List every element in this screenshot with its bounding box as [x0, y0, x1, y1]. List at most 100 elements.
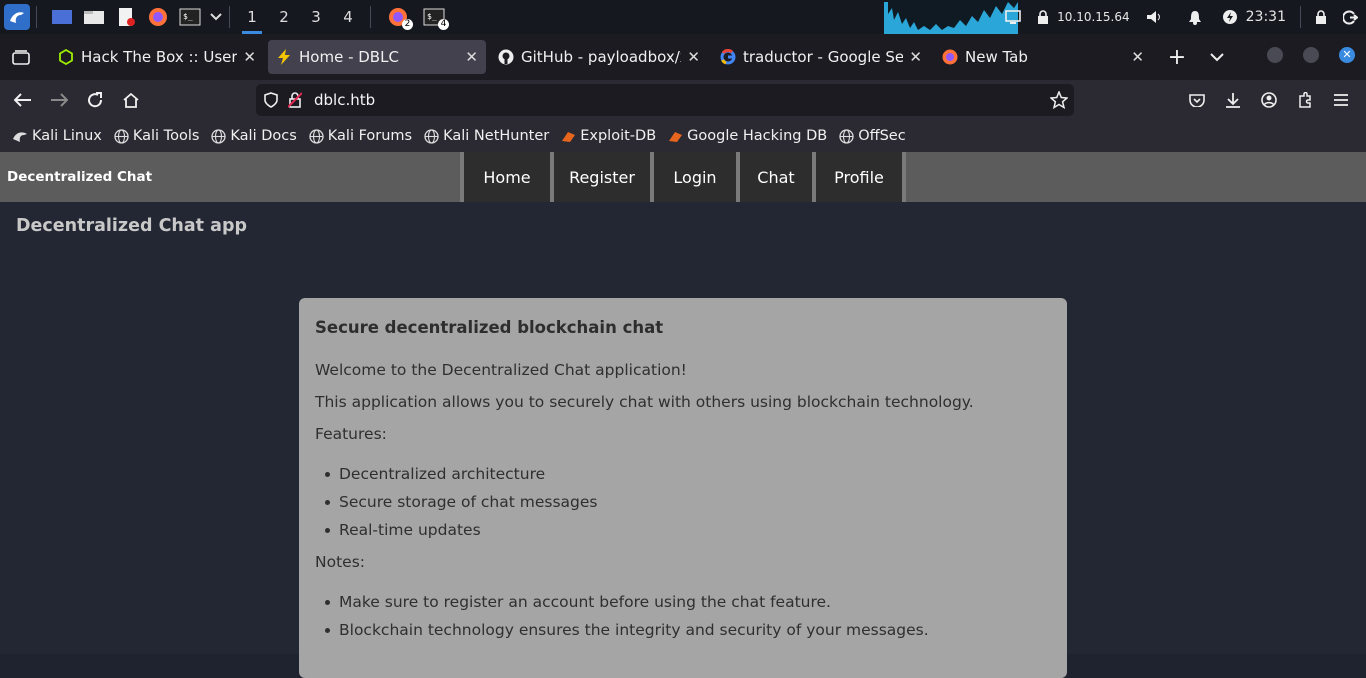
- new-tab-plus-icon[interactable]: +: [1162, 42, 1192, 72]
- workspace-1[interactable]: 1: [236, 0, 268, 34]
- pocket-icon[interactable]: [1182, 85, 1212, 115]
- tab-overview-icon[interactable]: [6, 42, 36, 72]
- taskbar-separator: [1300, 6, 1301, 28]
- kali-menu-icon[interactable]: [4, 4, 30, 30]
- text-editor-icon[interactable]: [113, 4, 139, 30]
- notification-bell-icon[interactable]: [1188, 10, 1202, 25]
- welcome-text: Welcome to the Decentralized Chat applic…: [315, 361, 687, 379]
- tab-new-tab[interactable]: New Tab ✕: [934, 40, 1152, 74]
- workspace-4[interactable]: 4: [332, 0, 364, 34]
- firefox-window-icon[interactable]: 2: [383, 4, 413, 30]
- power-manager-icon[interactable]: [1222, 9, 1238, 25]
- site-navbar: Decentralized Chat Home Register Login C…: [0, 152, 1366, 202]
- account-icon[interactable]: [1254, 85, 1284, 115]
- globe-icon: [211, 128, 227, 144]
- url-text[interactable]: dblc.htb: [314, 91, 375, 109]
- tab-google-search[interactable]: traductor - Google Search ✕: [712, 40, 930, 74]
- window-count-badge: 2: [402, 19, 413, 30]
- clock[interactable]: 23:31: [1246, 9, 1286, 25]
- terminal-window-icon[interactable]: $_ 4: [419, 4, 449, 30]
- list-item: Decentralized architecture: [315, 460, 597, 488]
- tab-home-dblc[interactable]: Home - DBLC ✕: [268, 40, 486, 74]
- home-icon[interactable]: [116, 85, 146, 115]
- tab-title: Hack The Box :: User Profile: [81, 48, 238, 66]
- close-tab-icon[interactable]: ✕: [909, 48, 922, 66]
- close-tab-icon[interactable]: ✕: [1131, 48, 1144, 66]
- bookmark-label: Google Hacking DB: [687, 128, 828, 144]
- desktop-icon[interactable]: [49, 4, 75, 30]
- lightning-icon: [276, 49, 292, 65]
- taskbar-separator: [229, 6, 230, 28]
- url-bar[interactable]: dblc.htb: [256, 84, 1074, 116]
- notes-label: Notes:: [315, 553, 365, 571]
- reload-icon[interactable]: [80, 85, 110, 115]
- firefox-icon: [942, 49, 958, 65]
- nav-profile[interactable]: Profile: [812, 152, 906, 202]
- close-window-button[interactable]: ✕: [1332, 40, 1362, 70]
- insecure-lock-icon[interactable]: [288, 92, 302, 108]
- vpn-lock-icon[interactable]: [1037, 10, 1049, 24]
- minimize-window-button[interactable]: [1260, 40, 1290, 70]
- chevron-down-icon[interactable]: [209, 4, 223, 30]
- bookmark-label: Kali Linux: [32, 128, 102, 144]
- list-item: Secure storage of chat messages: [315, 488, 597, 516]
- ip-address: 10.10.15.64: [1057, 10, 1130, 24]
- features-list: Decentralized architecture Secure storag…: [315, 460, 597, 544]
- logout-icon[interactable]: [1343, 10, 1358, 25]
- bookmark-google-hacking-db[interactable]: Google Hacking DB: [668, 128, 827, 144]
- kali-dragon-icon: [12, 129, 28, 143]
- description-text: This application allows you to securely …: [315, 393, 974, 411]
- maximize-window-button[interactable]: [1296, 40, 1326, 70]
- site-brand[interactable]: Decentralized Chat: [7, 169, 152, 185]
- bookmark-kali-linux[interactable]: Kali Linux: [12, 128, 102, 144]
- close-tab-icon[interactable]: ✕: [687, 48, 700, 66]
- hamburger-menu-icon[interactable]: [1326, 85, 1356, 115]
- browser-toolbar: dblc.htb: [0, 80, 1366, 120]
- workspace-3[interactable]: 3: [300, 0, 332, 34]
- nav-login[interactable]: Login: [650, 152, 736, 202]
- bookmark-kali-docs[interactable]: Kali Docs: [211, 128, 297, 144]
- lock-screen-icon[interactable]: [1315, 10, 1327, 24]
- tab-htb-profile[interactable]: Hack The Box :: User Profile ✕: [50, 40, 264, 74]
- list-item: Blockchain technology ensures the integr…: [315, 616, 929, 644]
- volume-icon[interactable]: [1146, 10, 1164, 24]
- back-arrow-icon[interactable]: [8, 85, 38, 115]
- downloads-icon[interactable]: [1218, 85, 1248, 115]
- list-all-tabs-icon[interactable]: [1202, 42, 1232, 72]
- svg-text:$_: $_: [183, 12, 193, 21]
- workspace-2[interactable]: 2: [268, 0, 300, 34]
- bookmark-star-icon[interactable]: [1049, 90, 1069, 113]
- bookmark-kali-forums[interactable]: Kali Forums: [309, 128, 412, 144]
- features-label: Features:: [315, 425, 387, 443]
- exploit-db-icon: [561, 129, 576, 143]
- bookmark-kali-tools[interactable]: Kali Tools: [114, 128, 199, 144]
- nav-chat[interactable]: Chat: [736, 152, 812, 202]
- nav-register[interactable]: Register: [550, 152, 650, 202]
- bookmark-kali-nethunter[interactable]: Kali NetHunter: [424, 128, 549, 144]
- github-icon: [498, 49, 514, 65]
- site-menu: Home Register Login Chat Profile: [460, 152, 906, 202]
- shield-icon[interactable]: [264, 92, 278, 108]
- file-manager-icon[interactable]: [81, 4, 107, 30]
- extensions-icon[interactable]: [1290, 85, 1320, 115]
- window-count-badge: 4: [438, 19, 449, 30]
- tab-github[interactable]: GitHub - payloadbox/xss-payload-list ✕: [490, 40, 708, 74]
- tab-title: GitHub - payloadbox/xss-payload-list: [521, 48, 681, 66]
- taskbar-separator: [370, 6, 371, 28]
- bookmark-exploit-db[interactable]: Exploit-DB: [561, 128, 656, 144]
- screen-icon[interactable]: [1005, 10, 1021, 24]
- nav-home[interactable]: Home: [460, 152, 550, 202]
- forward-arrow-icon[interactable]: [44, 85, 74, 115]
- firefox-launcher-icon[interactable]: [145, 4, 171, 30]
- browser-tab-bar: Hack The Box :: User Profile ✕ Home - DB…: [0, 34, 1366, 80]
- bookmark-label: Exploit-DB: [580, 128, 657, 144]
- close-tab-icon[interactable]: ✕: [243, 48, 256, 66]
- taskbar-separator: [36, 6, 37, 28]
- tab-title: Home - DBLC: [299, 48, 399, 66]
- card-heading: Secure decentralized blockchain chat: [315, 318, 664, 337]
- close-tab-icon[interactable]: ✕: [465, 48, 478, 66]
- terminal-icon[interactable]: $_: [177, 4, 203, 30]
- page-title: Decentralized Chat app: [16, 216, 248, 236]
- tab-title: New Tab: [965, 48, 1028, 66]
- bookmark-offsec[interactable]: OffSec: [839, 128, 906, 144]
